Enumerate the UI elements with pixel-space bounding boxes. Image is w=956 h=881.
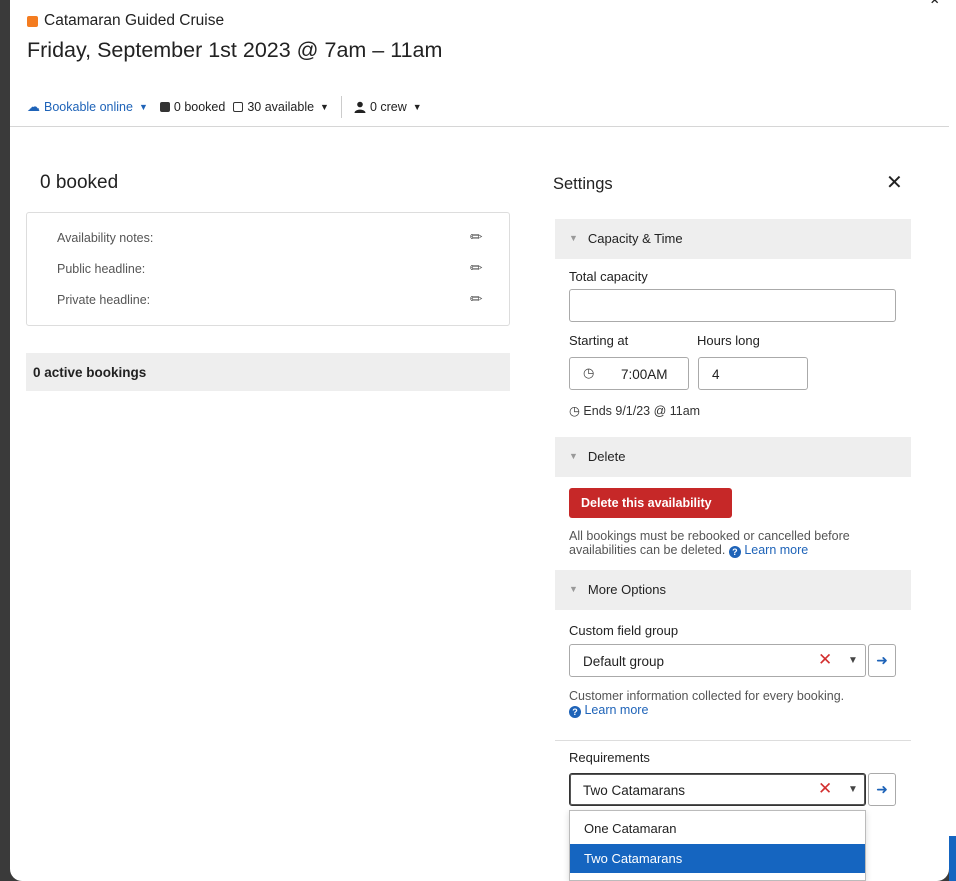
help-icon: ?: [728, 546, 741, 558]
requirements-dropdown: One Catamaran Two Catamarans: [569, 810, 866, 881]
bookable-online-dropdown[interactable]: ☁ Bookable online ▼: [27, 99, 148, 115]
custom-field-group-select[interactable]: Default group ✕ ▼: [569, 644, 866, 677]
total-capacity-input[interactable]: [569, 289, 896, 322]
chevron-up-icon[interactable]: ⌃: [928, 0, 941, 16]
filled-square-icon: [159, 102, 170, 112]
availability-notes-label: Availability notes:: [57, 231, 154, 245]
custom-field-group-value: Default group: [583, 654, 665, 669]
clock-icon: ◷: [569, 404, 580, 418]
private-headline-label: Private headline:: [57, 293, 151, 307]
empty-square-icon: [233, 102, 244, 112]
booked-count-label: 0 booked: [173, 100, 226, 114]
more-options-heading: More Options: [587, 582, 666, 597]
cloud-check-icon: ☁: [27, 99, 40, 114]
triangle-down-icon: ▼: [569, 451, 578, 461]
available-label: 30 available: [247, 100, 315, 114]
person-icon: [354, 101, 366, 113]
background-blue-element: [949, 836, 956, 881]
product-line: Catamaran Guided Cruise: [27, 12, 224, 30]
help-icon: ?: [569, 706, 581, 718]
caret-down-icon: ▼: [848, 784, 858, 795]
open-custom-field-group-button[interactable]: ➜: [868, 644, 896, 677]
custom-field-help-text: Customer information collected for every…: [569, 689, 845, 703]
background-edge: [949, 0, 956, 881]
delete-availability-button[interactable]: Delete this availability: [569, 488, 732, 518]
availability-modal: ⌃ Catamaran Guided Cruise Friday, Septem…: [10, 0, 949, 881]
learn-more-link[interactable]: Learn more: [584, 703, 648, 717]
learn-more-link[interactable]: Learn more: [744, 543, 808, 557]
pencil-icon[interactable]: ✏︎: [470, 259, 483, 277]
ends-text: Ends 9/1/23 @ 11am: [583, 404, 701, 418]
crew-dropdown[interactable]: 0 crew ▼: [354, 100, 422, 114]
row-divider: [555, 740, 911, 741]
clear-icon[interactable]: ✕: [818, 650, 832, 670]
hours-long-input[interactable]: 4: [698, 357, 808, 390]
triangle-down-icon: ▼: [569, 584, 578, 594]
caret-down-icon: ▼: [412, 102, 422, 112]
starting-at-label: Starting at: [569, 333, 629, 348]
arrow-right-icon: ➜: [876, 652, 888, 668]
availability-title: Friday, September 1st 2023 @ 7am – 11am: [27, 38, 443, 62]
starting-at-input[interactable]: ◷ 7:00AM: [569, 357, 689, 390]
delete-section[interactable]: ▼ Delete: [555, 437, 911, 477]
hours-long-label: Hours long: [697, 333, 760, 348]
requirements-select[interactable]: Two Catamarans ✕ ▼: [569, 773, 866, 806]
ends-note: ◷ Ends 9/1/23 @ 11am: [569, 403, 700, 418]
toolbar-divider: [340, 96, 342, 118]
notes-box: Availability notes: ✏︎ Public headline: …: [26, 212, 510, 326]
dropdown-option[interactable]: One Catamaran: [570, 814, 865, 843]
close-icon[interactable]: ✕: [886, 170, 903, 195]
arrow-right-icon: ➜: [876, 781, 888, 797]
requirements-value: Two Catamarans: [583, 783, 686, 798]
crew-label: 0 crew: [369, 100, 407, 114]
clear-icon[interactable]: ✕: [818, 779, 832, 799]
bookable-online-label: Bookable online: [44, 100, 133, 114]
custom-field-help: Customer information collected for every…: [569, 689, 899, 718]
product-name: Catamaran Guided Cruise: [44, 12, 225, 29]
capacity-time-section[interactable]: ▼ Capacity & Time: [555, 219, 911, 259]
delete-heading: Delete: [587, 449, 626, 464]
pencil-icon[interactable]: ✏︎: [470, 228, 483, 246]
booked-heading: 0 booked: [40, 172, 119, 193]
header-divider: [10, 126, 949, 127]
total-capacity-label: Total capacity: [569, 269, 648, 284]
hours-long-value: 4: [712, 367, 720, 382]
booked-count: 0 booked: [159, 100, 226, 114]
requirements-label: Requirements: [569, 750, 650, 765]
pencil-icon[interactable]: ✏︎: [470, 290, 483, 308]
active-bookings-bar[interactable]: 0 active bookings: [26, 353, 510, 391]
product-color-swatch: [27, 15, 38, 27]
triangle-down-icon: ▼: [569, 233, 578, 243]
public-headline-label: Public headline:: [57, 262, 146, 276]
dropdown-option-selected[interactable]: Two Catamarans: [570, 844, 865, 873]
caret-down-icon: ▼: [138, 102, 148, 112]
clock-icon: ◷: [583, 365, 595, 380]
caret-down-icon: ▼: [320, 102, 329, 112]
caret-down-icon: ▼: [848, 655, 858, 666]
custom-field-group-label: Custom field group: [569, 623, 679, 638]
settings-title: Settings: [553, 175, 613, 193]
open-requirements-button[interactable]: ➜: [868, 773, 896, 806]
available-dropdown[interactable]: 30 available ▼: [233, 100, 329, 114]
availability-toolbar: ☁ Bookable online ▼ 0 booked 30 availabl…: [27, 96, 422, 118]
more-options-section[interactable]: ▼ More Options: [555, 570, 911, 610]
capacity-time-heading: Capacity & Time: [587, 231, 683, 246]
starting-at-value: 7:00AM: [621, 367, 668, 382]
delete-help: All bookings must be rebooked or cancell…: [569, 529, 899, 558]
